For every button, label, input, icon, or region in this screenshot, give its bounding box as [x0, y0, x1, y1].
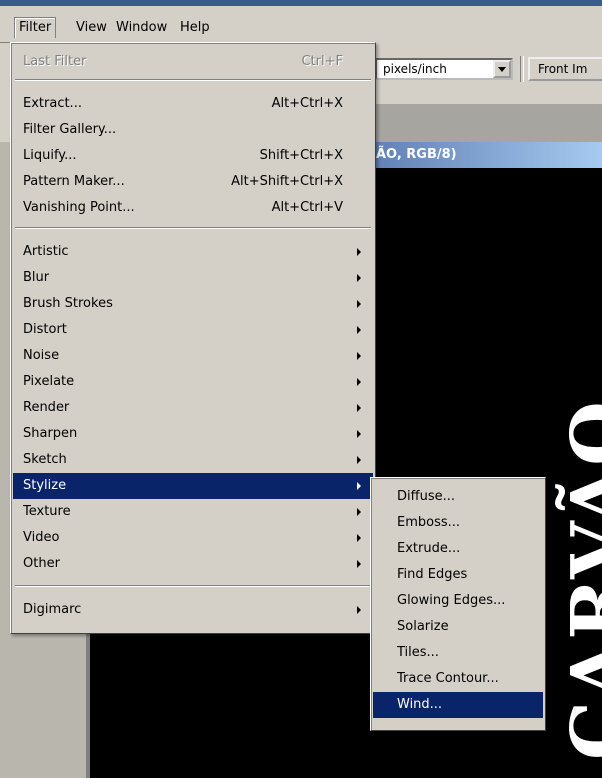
menu-help[interactable]: Help: [176, 18, 214, 38]
submenu-arrow-icon: [357, 508, 361, 516]
filter-menu: Last Filter Ctrl+F Extract... Alt+Ctrl+X…: [10, 42, 376, 634]
resolution-unit-value: pixels/inch: [383, 62, 447, 76]
submenu-arrow-icon: [357, 560, 361, 568]
menu-item-extrude[interactable]: Extrude...: [373, 536, 543, 562]
submenu-arrow-icon: [357, 378, 361, 386]
submenu-arrow-icon: [357, 404, 361, 412]
toolbar-separator: [520, 56, 524, 82]
menu-item-glowing-edges[interactable]: Glowing Edges...: [373, 588, 543, 614]
submenu-arrow-icon: [357, 534, 361, 542]
menu-separator: [15, 227, 371, 229]
menu-bar: Filter View Window Help: [0, 6, 602, 43]
menu-item-texture[interactable]: Texture: [13, 499, 373, 525]
menu-item-artistic[interactable]: Artistic: [13, 239, 373, 265]
front-image-button[interactable]: Front Im: [528, 57, 602, 81]
menu-item-last-filter: Last Filter Ctrl+F: [23, 54, 343, 69]
submenu-arrow-icon: [357, 300, 361, 308]
submenu-arrow-icon: [357, 326, 361, 334]
submenu-arrow-icon: [357, 248, 361, 256]
menu-item-sharpen[interactable]: Sharpen: [13, 421, 373, 447]
menu-view[interactable]: View: [72, 18, 111, 38]
menu-item-noise[interactable]: Noise: [13, 343, 373, 369]
menu-item-other[interactable]: Other: [13, 551, 373, 577]
menu-item-wind[interactable]: Wind...: [373, 692, 543, 718]
submenu-arrow-icon: [357, 430, 361, 438]
stylize-submenu: Diffuse... Emboss... Extrude... Find Edg…: [370, 477, 546, 731]
submenu-arrow-icon: [357, 606, 361, 614]
menu-item-video[interactable]: Video: [13, 525, 373, 551]
menu-item-sketch[interactable]: Sketch: [13, 447, 373, 473]
menu-item-pattern-maker[interactable]: Pattern Maker... Alt+Shift+Ctrl+X: [13, 169, 373, 195]
dropdown-arrow-icon[interactable]: [493, 60, 511, 78]
workspace-strip: [370, 104, 602, 142]
menu-item-liquify[interactable]: Liquify... Shift+Ctrl+X: [13, 143, 373, 169]
menu-item-solarize[interactable]: Solarize: [373, 614, 543, 640]
menu-item-brush-strokes[interactable]: Brush Strokes: [13, 291, 373, 317]
submenu-arrow-icon: [357, 274, 361, 282]
menu-item-find-edges[interactable]: Find Edges: [373, 562, 543, 588]
menu-filter[interactable]: Filter: [14, 17, 57, 38]
menu-item-tiles[interactable]: Tiles...: [373, 640, 543, 666]
document-title: ÃO, RGB/8): [376, 147, 457, 162]
submenu-arrow-icon: [357, 456, 361, 464]
submenu-arrow-icon: [357, 482, 361, 490]
menu-item-stylize[interactable]: Stylize: [13, 473, 373, 499]
menu-item-diffuse[interactable]: Diffuse...: [373, 484, 543, 510]
menu-item-blur[interactable]: Blur: [13, 265, 373, 291]
menu-item-render[interactable]: Render: [13, 395, 373, 421]
menu-item-digimarc[interactable]: Digimarc: [13, 597, 373, 623]
submenu-arrow-icon: [357, 352, 361, 360]
menu-item-emboss[interactable]: Emboss...: [373, 510, 543, 536]
menu-item-distort[interactable]: Distort: [13, 317, 373, 343]
menu-item-trace-contour[interactable]: Trace Contour...: [373, 666, 543, 692]
menu-item-filter-gallery[interactable]: Filter Gallery...: [13, 117, 373, 143]
menu-item-pixelate[interactable]: Pixelate: [13, 369, 373, 395]
canvas-text: CARVÃO: [556, 399, 602, 760]
resolution-unit-select[interactable]: pixels/inch: [375, 58, 513, 80]
menu-item-vanishing-point[interactable]: Vanishing Point... Alt+Ctrl+V: [13, 195, 373, 221]
menu-separator: [15, 585, 371, 587]
menu-separator: [15, 79, 371, 81]
menu-window[interactable]: Window: [112, 18, 171, 38]
menu-item-extract[interactable]: Extract... Alt+Ctrl+X: [13, 91, 373, 117]
